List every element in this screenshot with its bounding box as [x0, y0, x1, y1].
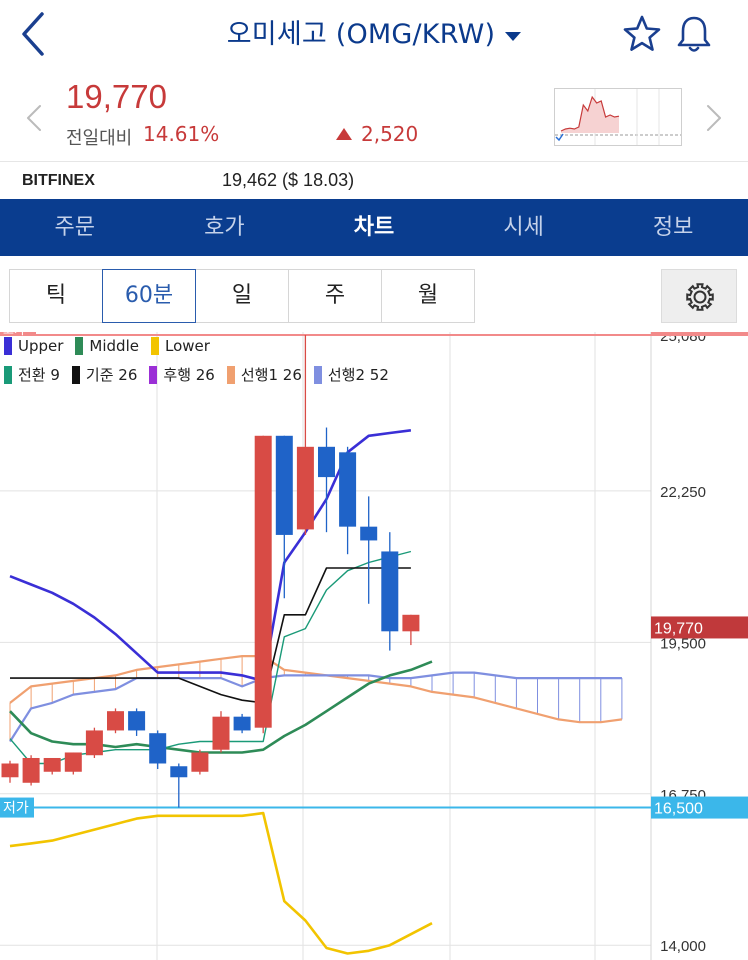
legend-swatch	[150, 337, 159, 355]
candle-body	[43, 757, 61, 772]
legend-item-upper: Upper	[4, 337, 63, 355]
up-triangle-icon	[336, 127, 352, 140]
period-day-button[interactable]: 일	[195, 269, 289, 323]
low-value-label: 16,500	[654, 801, 703, 818]
period-month-button[interactable]: 월	[381, 269, 475, 323]
caret-down-icon	[505, 32, 522, 41]
legend-label: 기준 26	[85, 366, 138, 384]
period-week-button[interactable]: 주	[288, 269, 382, 323]
exchange-name: BITFINEX	[22, 172, 95, 189]
candle-body	[107, 711, 124, 731]
change-amount-wrap: 2,520	[336, 122, 418, 146]
y-tick-label: 14,000	[660, 938, 706, 955]
candle-body	[212, 716, 230, 750]
tab-chart[interactable]: 차트	[299, 199, 449, 256]
legend-item-conversion: 전환 9	[4, 364, 60, 385]
chart-settings-button[interactable]	[661, 269, 737, 323]
legend-swatch	[75, 337, 84, 355]
change-percent: 14.61%	[143, 122, 220, 146]
favorite-button[interactable]	[620, 12, 664, 56]
top-bar: 오미세고 (OMG/KRW)	[0, 0, 748, 72]
price-chart[interactable]: 25,08022,25019,50016,75014,000고가저가16,500…	[0, 332, 748, 960]
change-label: 전일대비	[66, 128, 133, 149]
change-amount: 2,520	[361, 122, 419, 146]
legend-swatch	[313, 365, 322, 384]
base-line	[10, 567, 411, 704]
candle-body	[149, 733, 167, 764]
legend-label: 후행 26	[163, 366, 215, 384]
legend-item-leading1: 선행1 26	[226, 364, 302, 385]
candle-body	[128, 711, 146, 731]
gear-icon	[686, 283, 714, 311]
candle-body	[275, 435, 293, 535]
candle-body	[296, 446, 314, 530]
bell-outline-icon	[677, 16, 711, 52]
current-price: 19,770	[66, 78, 167, 115]
legend-item-middle: Middle	[75, 337, 139, 355]
conversion-line	[9, 550, 412, 765]
candle-body	[402, 614, 420, 632]
legend-swatch	[71, 365, 80, 384]
tab-quotes[interactable]: 시세	[449, 199, 599, 256]
y-tick-label: 22,250	[660, 484, 706, 501]
legend-label: Lower	[164, 337, 210, 355]
candle-body	[254, 435, 272, 728]
exchange-row: BITFINEX 19,462 ($ 18.03)	[0, 163, 748, 199]
period-60min-button[interactable]: 60분	[102, 269, 196, 323]
candle-body	[381, 551, 399, 632]
tab-order[interactable]: 주문	[0, 199, 150, 256]
candle-body	[360, 526, 378, 541]
candle-body	[339, 452, 357, 527]
candle-body	[1, 763, 19, 778]
candle-body	[233, 716, 251, 731]
sparkline	[555, 89, 681, 145]
legend-bollinger: Upper Middle Lower	[4, 337, 222, 355]
star-outline-icon	[623, 15, 661, 51]
legend-swatch	[226, 365, 235, 384]
alert-button[interactable]	[672, 12, 716, 56]
candle-body	[85, 730, 103, 756]
legend-label: Upper	[18, 337, 64, 355]
price-summary: 19,770 전일대비 14.61% 2,520	[0, 72, 748, 162]
mini-chart[interactable]	[554, 88, 682, 146]
candle-body	[191, 752, 209, 772]
legend-item-lower: Lower	[150, 337, 210, 355]
candle-body	[22, 757, 40, 783]
chevron-left-icon	[27, 105, 41, 131]
bollinger-lower-line	[9, 811, 433, 955]
high-value-box	[651, 332, 748, 335]
tab-orderbook[interactable]: 호가	[150, 199, 300, 256]
legend-label: 선행2 52	[327, 366, 389, 384]
legend-item-leading2: 선행2 52	[313, 364, 389, 385]
legend-item-base: 기준 26	[71, 364, 138, 385]
candle-body	[318, 446, 335, 478]
legend-item-lagging: 후행 26	[149, 364, 215, 385]
tab-info[interactable]: 정보	[598, 199, 748, 256]
low-label: 저가	[3, 801, 29, 817]
candlestick-chart[interactable]: 25,08022,25019,50016,75014,000고가저가16,500…	[0, 332, 748, 960]
page-title: 오미세고 (OMG/KRW)	[226, 19, 496, 50]
next-coin-button[interactable]	[702, 100, 726, 136]
current-price-label: 19,770	[654, 620, 703, 637]
chevron-right-icon	[707, 105, 721, 131]
legend-label: Middle	[89, 337, 139, 355]
legend-ichimoku: 전환 9 기준 26 후행 26 선행1 26 선행2 52	[4, 364, 401, 385]
period-selector: 틱 60분 일 주 월	[9, 269, 475, 323]
legend-swatch	[149, 365, 158, 384]
candle-body	[64, 752, 82, 772]
legend-swatch	[4, 337, 12, 355]
legend-swatch	[4, 365, 12, 384]
previous-coin-button[interactable]	[22, 100, 46, 136]
exchange-price: 19,462 ($ 18.03)	[222, 170, 355, 190]
candle-body	[170, 766, 188, 778]
main-tabs: 주문 호가 차트 시세 정보	[0, 199, 748, 256]
legend-label: 전환 9	[18, 366, 60, 384]
leading-span1-line	[9, 655, 623, 724]
period-tick-button[interactable]: 틱	[9, 269, 103, 323]
legend-label: 선행1 26	[240, 366, 302, 384]
